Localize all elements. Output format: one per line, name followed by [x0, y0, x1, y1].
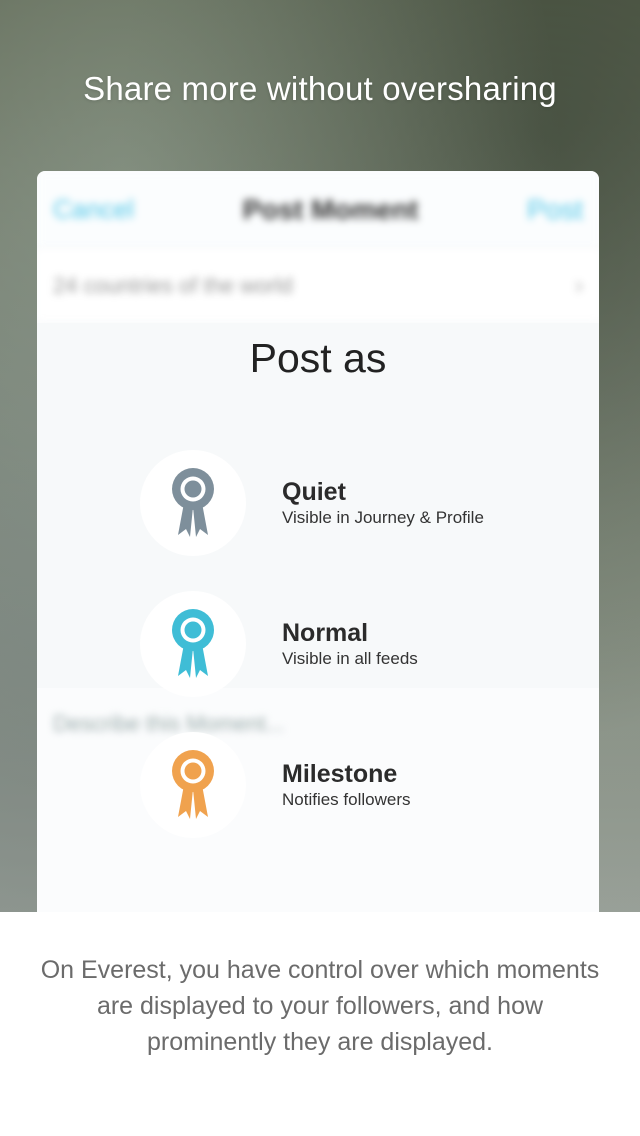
footer-description: On Everest, you have control over which … — [40, 956, 600, 1056]
option-quiet[interactable]: Quiet Visible in Journey & Profile — [140, 450, 580, 556]
ribbon-award-icon — [140, 732, 246, 838]
option-subtitle: Visible in all feeds — [282, 649, 418, 668]
option-title: Normal — [282, 619, 369, 647]
post-moment-screen: Cancel Post Moment Post 24 countries of … — [37, 171, 599, 931]
ribbon-award-icon — [140, 450, 246, 556]
location-text: 24 countries of the world — [53, 272, 293, 298]
option-title: Milestone — [282, 760, 398, 788]
post-button[interactable]: Post — [527, 194, 583, 226]
option-milestone[interactable]: Milestone Notifies followers — [140, 732, 580, 838]
headline: Share more without oversharing — [83, 70, 557, 107]
ribbon-award-icon — [140, 591, 246, 697]
option-subtitle: Notifies followers — [282, 790, 411, 809]
option-subtitle: Visible in Journey & Profile — [282, 508, 484, 527]
chevron-right-icon: › — [575, 271, 583, 299]
option-normal[interactable]: Normal Visible in all feeds — [140, 591, 580, 697]
cancel-button[interactable]: Cancel — [53, 194, 134, 225]
sheet-title: Post as — [249, 335, 387, 381]
location-row[interactable]: 24 countries of the world › — [37, 249, 599, 323]
footer: On Everest, you have control over which … — [0, 912, 640, 1136]
nav-title: Post Moment — [242, 193, 419, 225]
option-title: Quiet — [282, 478, 346, 506]
nav-bar: Cancel Post Moment Post — [37, 171, 599, 249]
